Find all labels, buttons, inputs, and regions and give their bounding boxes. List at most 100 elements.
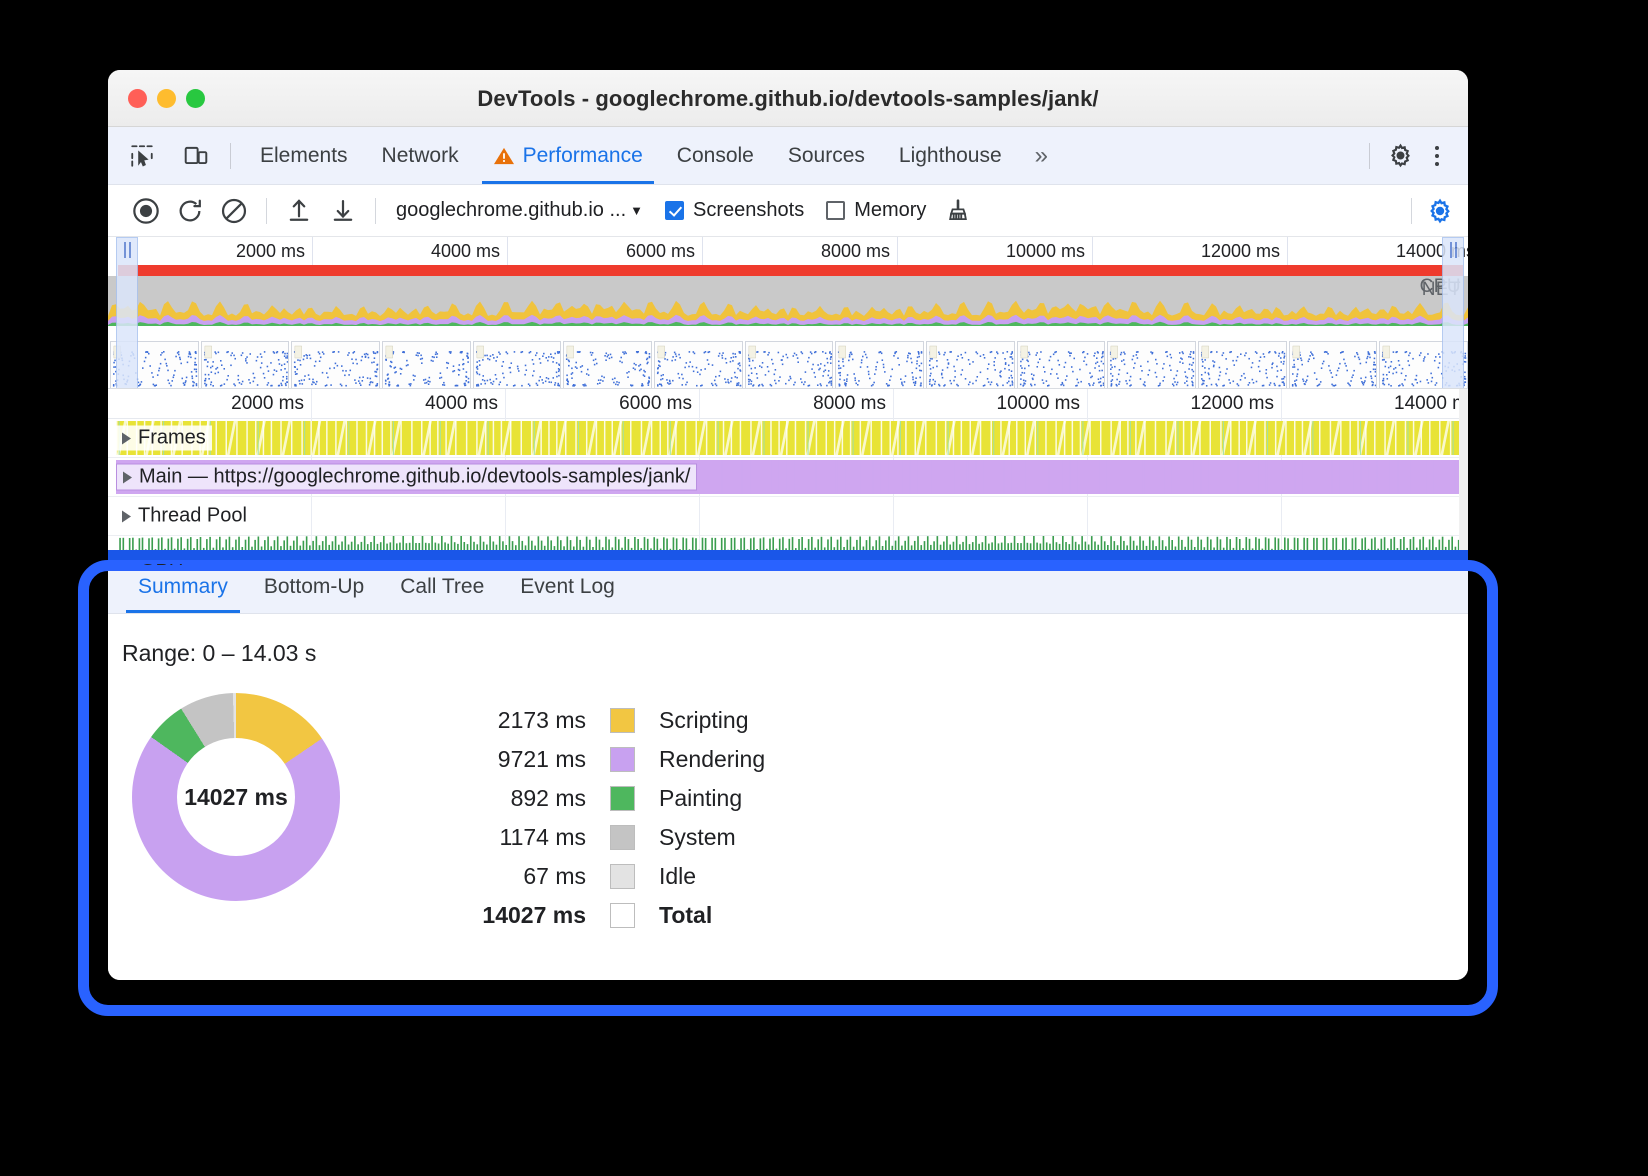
- tab-elements-label: Elements: [260, 144, 348, 168]
- tab-lighthouse[interactable]: Lighthouse: [882, 127, 1019, 184]
- memory-label: Memory: [854, 199, 926, 222]
- legend-row[interactable]: 1174 msSystem: [436, 818, 765, 857]
- toolbar-divider-2: [375, 198, 376, 224]
- tab-call-tree[interactable]: Call Tree: [382, 560, 502, 613]
- toolbar-divider-3: [1411, 198, 1412, 224]
- legend-color-swatch: [610, 864, 635, 889]
- tab-summary-label: Summary: [138, 575, 228, 599]
- legend-color-swatch: [610, 825, 635, 850]
- cpu-activity-graph: [108, 276, 1468, 338]
- tab-event-log[interactable]: Event Log: [502, 560, 633, 613]
- tab-summary[interactable]: Summary: [120, 560, 246, 613]
- timeline-overview[interactable]: 2000 ms4000 ms6000 ms8000 ms10000 ms1200…: [108, 237, 1468, 389]
- inspect-element-icon[interactable]: [122, 136, 162, 176]
- thumbnail-content: [1199, 342, 1286, 388]
- memory-checkbox[interactable]: [826, 201, 845, 220]
- tracks-ruler: 2000 ms4000 ms6000 ms8000 ms10000 ms1200…: [108, 389, 1468, 419]
- record-circle-icon[interactable]: [124, 191, 168, 231]
- track-main-title[interactable]: Main — https://googlechrome.github.io/de…: [116, 464, 697, 491]
- legend-color-swatch: [610, 786, 635, 811]
- thumbnail-content: [383, 342, 470, 388]
- kebab-menu-icon[interactable]: [1420, 136, 1454, 176]
- url-select-value: googlechrome.github.io ...: [396, 199, 626, 222]
- expand-triangle-icon[interactable]: [122, 510, 131, 522]
- more-tabs-icon[interactable]: »: [1019, 142, 1064, 170]
- overview-window-right-handle[interactable]: [1442, 237, 1464, 389]
- thumbnail-content: [474, 342, 561, 388]
- legend-label: Idle: [659, 863, 696, 890]
- legend-label: Rendering: [659, 746, 765, 773]
- legend-label: Scripting: [659, 707, 748, 734]
- overview-ruler: 2000 ms4000 ms6000 ms8000 ms10000 ms1200…: [108, 237, 1468, 265]
- thumbnail-content: [202, 342, 289, 388]
- broom-icon[interactable]: [936, 191, 980, 231]
- legend-row[interactable]: 9721 msRendering: [436, 740, 765, 779]
- track-main[interactable]: Main — https://googlechrome.github.io/de…: [108, 458, 1468, 497]
- tab-call-tree-label: Call Tree: [400, 575, 484, 599]
- tab-lighthouse-label: Lighthouse: [899, 144, 1002, 168]
- load-profile-icon[interactable]: [277, 191, 321, 231]
- ruler-tick-label: 14000 m: [1306, 393, 1468, 415]
- cpu-chart: CPU: [108, 276, 1468, 338]
- track-frames[interactable]: Frames: [108, 419, 1468, 458]
- window-title: DevTools - googlechrome.github.io/devtoo…: [108, 86, 1468, 112]
- tab-network[interactable]: Network: [365, 127, 476, 184]
- memory-checkbox-row[interactable]: Memory: [826, 199, 926, 222]
- reload-record-icon[interactable]: [168, 191, 212, 231]
- flame-chart-tracks[interactable]: 2000 ms4000 ms6000 ms8000 ms10000 ms1200…: [108, 389, 1468, 566]
- tab-console[interactable]: Console: [660, 127, 771, 184]
- tracks-scrollbar[interactable]: [1459, 389, 1468, 565]
- window-titlebar: DevTools - googlechrome.github.io/devtoo…: [108, 70, 1468, 127]
- frames-band: [116, 421, 1468, 455]
- range-label: Range: 0 – 14.03 s: [122, 640, 1468, 667]
- activity-donut-chart[interactable]: 14027 ms: [132, 693, 340, 901]
- cpu-baseline: [108, 326, 1468, 338]
- filmstrip-thumbnail[interactable]: [654, 341, 743, 389]
- panel-tabs: Elements Network Performance Console Sou…: [243, 127, 1064, 184]
- device-toolbar-icon[interactable]: [176, 136, 216, 176]
- tab-bottom-up[interactable]: Bottom-Up: [246, 560, 382, 613]
- filmstrip-thumbnail[interactable]: [835, 341, 924, 389]
- gear-icon-blue[interactable]: [1426, 197, 1454, 225]
- filmstrip-thumbnail[interactable]: [382, 341, 471, 389]
- track-thread-pool[interactable]: Thread Pool: [108, 497, 1468, 536]
- legend-label: System: [659, 824, 736, 851]
- legend-row-total[interactable]: 14027 msTotal: [436, 896, 765, 935]
- toolbar-divider-1: [266, 198, 267, 224]
- expand-triangle-icon[interactable]: [123, 471, 132, 483]
- track-thread-pool-label: Thread Pool: [138, 505, 247, 528]
- filmstrip-thumbnail[interactable]: [745, 341, 834, 389]
- url-select[interactable]: googlechrome.github.io ... ▼: [396, 199, 643, 222]
- filmstrip-thumbnail[interactable]: [1198, 341, 1287, 389]
- clear-icon[interactable]: [212, 191, 256, 231]
- legend-row[interactable]: 2173 msScripting: [436, 701, 765, 740]
- track-thread-pool-title[interactable]: Thread Pool: [116, 504, 253, 529]
- details-drawer-separator: [108, 550, 1468, 560]
- filmstrip-thumbnail[interactable]: [291, 341, 380, 389]
- track-frames-title[interactable]: Frames: [116, 426, 212, 451]
- filmstrip-thumbnail[interactable]: [473, 341, 562, 389]
- track-frames-label: Frames: [138, 427, 206, 450]
- gear-icon[interactable]: [1380, 136, 1420, 176]
- filmstrip-thumbnail[interactable]: [1017, 341, 1106, 389]
- expand-triangle-icon[interactable]: [122, 432, 131, 444]
- filmstrip-thumbnail[interactable]: [1107, 341, 1196, 389]
- tab-sources[interactable]: Sources: [771, 127, 882, 184]
- summary-body: 14027 ms 2173 msScripting9721 msRenderin…: [108, 667, 1468, 935]
- legend-row[interactable]: 892 msPainting: [436, 779, 765, 818]
- filmstrip-thumbnail[interactable]: [1289, 341, 1378, 389]
- filmstrip[interactable]: [108, 341, 1468, 389]
- devtools-tabbar: Elements Network Performance Console Sou…: [108, 127, 1468, 185]
- save-profile-icon[interactable]: [321, 191, 365, 231]
- tab-performance[interactable]: Performance: [476, 127, 660, 184]
- filmstrip-thumbnail[interactable]: [201, 341, 290, 389]
- tab-elements[interactable]: Elements: [243, 127, 365, 184]
- thumbnail-content: [927, 342, 1014, 388]
- overview-window-left-handle[interactable]: [116, 237, 138, 389]
- filmstrip-thumbnail[interactable]: [926, 341, 1015, 389]
- screenshots-checkbox[interactable]: [665, 201, 684, 220]
- filmstrip-thumbnail[interactable]: [563, 341, 652, 389]
- screenshots-checkbox-row[interactable]: Screenshots: [665, 199, 804, 222]
- thumbnail-content: [1108, 342, 1195, 388]
- legend-row[interactable]: 67 msIdle: [436, 857, 765, 896]
